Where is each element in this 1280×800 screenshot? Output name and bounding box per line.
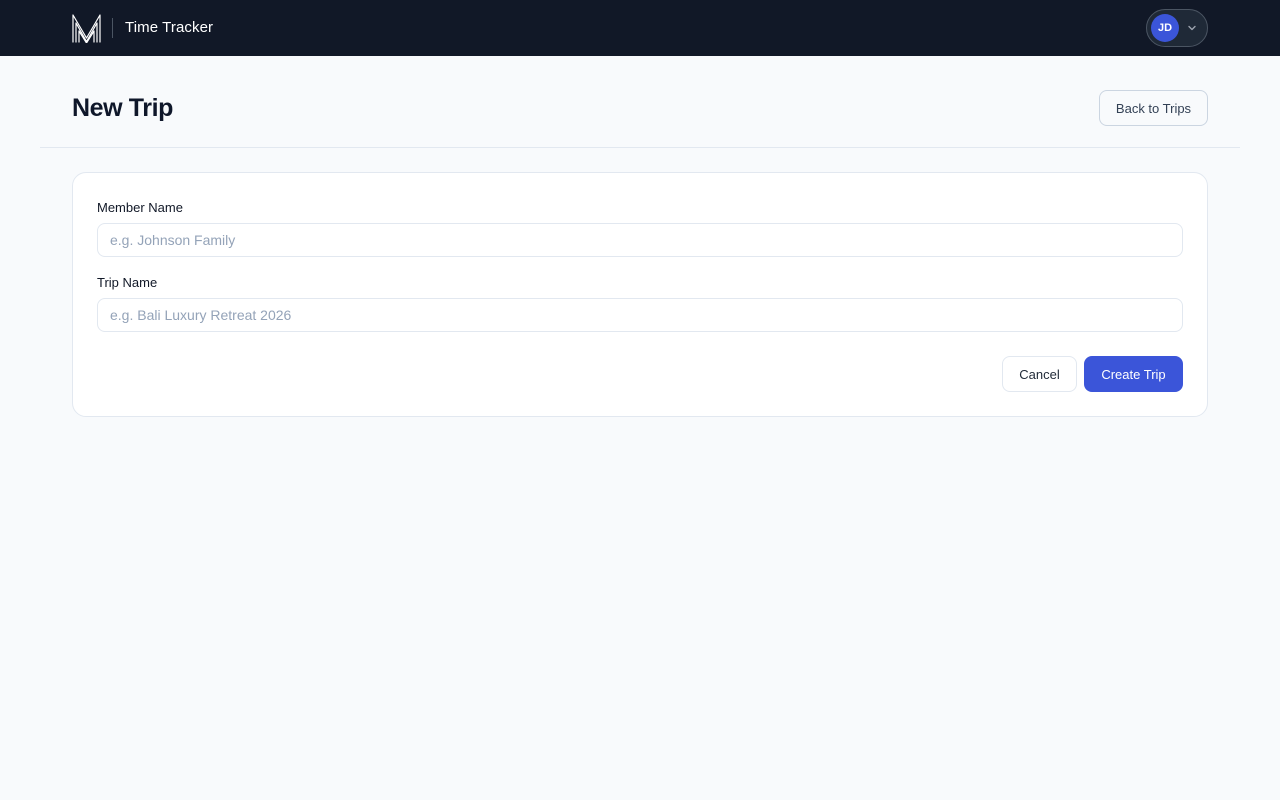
avatar: JD: [1151, 14, 1179, 42]
page-title: New Trip: [72, 94, 173, 122]
back-to-trips-button[interactable]: Back to Trips: [1099, 90, 1208, 126]
brand[interactable]: Time Tracker: [72, 13, 213, 43]
top-navigation-bar: Time Tracker JD: [0, 0, 1280, 56]
m-monogram-logo-icon: [72, 13, 101, 43]
member-name-input[interactable]: [97, 223, 1183, 257]
header-divider: [40, 147, 1240, 148]
trip-name-input[interactable]: [97, 298, 1183, 332]
brand-divider: [112, 18, 113, 38]
app-title: Time Tracker: [125, 19, 214, 36]
chevron-down-icon: [1188, 25, 1196, 31]
trip-name-label: Trip Name: [97, 275, 158, 290]
create-trip-button[interactable]: Create Trip: [1084, 356, 1183, 392]
user-menu-button[interactable]: JD: [1146, 9, 1208, 47]
member-name-label: Member Name: [97, 200, 183, 215]
cancel-button[interactable]: Cancel: [1002, 356, 1077, 392]
new-trip-form: Member Name Trip Name Cancel Create Trip: [72, 172, 1208, 417]
